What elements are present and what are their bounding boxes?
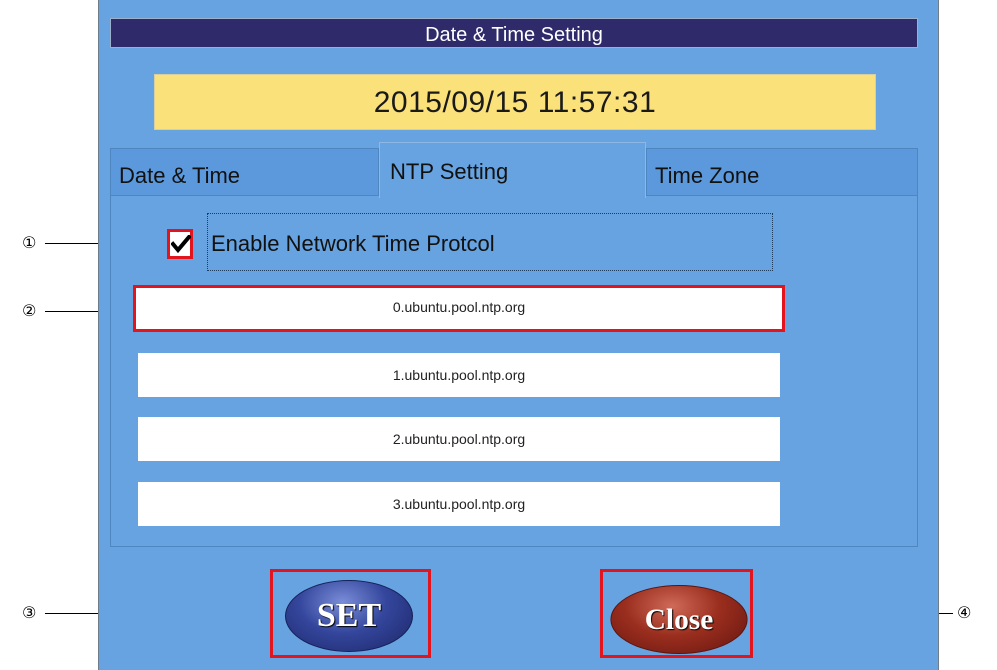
ntp-server-field-2[interactable]: 2.ubuntu.pool.ntp.org	[138, 417, 780, 461]
checkmark-icon	[171, 235, 191, 253]
close-button[interactable]: Close	[610, 585, 748, 654]
enable-ntp-label[interactable]: Enable Network Time Protcol	[211, 229, 495, 259]
tab-date-time[interactable]: Date & Time	[110, 148, 379, 196]
date-time-setting-window: Date & Time Setting 2015/09/15 11:57:31 …	[98, 0, 939, 670]
tab-ntp-setting-label: NTP Setting	[390, 159, 509, 184]
tab-time-zone[interactable]: Time Zone	[646, 148, 918, 196]
ntp-server-field-0[interactable]: 0.ubuntu.pool.ntp.org	[133, 285, 785, 332]
ntp-server-field-3[interactable]: 3.ubuntu.pool.ntp.org	[138, 482, 780, 526]
callout-marker-1: ①	[22, 233, 37, 252]
callout-marker-4: ④	[957, 603, 972, 622]
tab-date-time-label: Date & Time	[119, 163, 241, 188]
callout-marker-2: ②	[22, 301, 37, 320]
window-title: Date & Time Setting	[110, 18, 918, 48]
set-button[interactable]: SET	[285, 580, 413, 652]
ntp-server-field-1[interactable]: 1.ubuntu.pool.ntp.org	[138, 353, 780, 397]
tab-ntp-setting[interactable]: NTP Setting	[379, 142, 646, 198]
callout-marker-3: ③	[22, 603, 37, 622]
tab-time-zone-label: Time Zone	[655, 163, 760, 188]
enable-ntp-checkbox[interactable]	[167, 229, 193, 259]
current-datetime-display: 2015/09/15 11:57:31	[154, 74, 876, 130]
